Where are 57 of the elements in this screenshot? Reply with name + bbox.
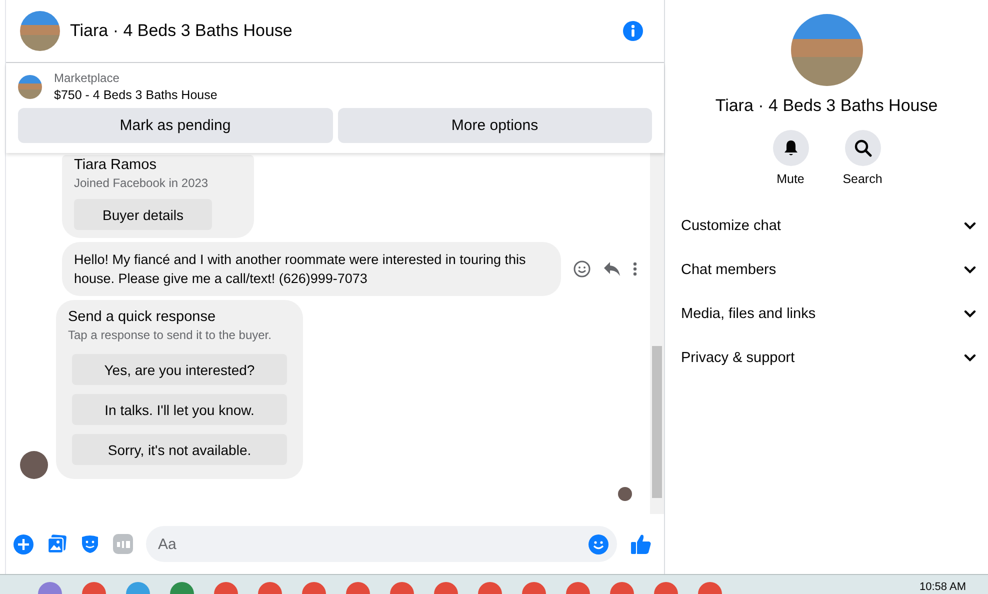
taskbar-app-icon[interactable] bbox=[654, 582, 678, 594]
taskbar-app-icon[interactable] bbox=[170, 582, 194, 594]
taskbar-app-icon[interactable] bbox=[38, 582, 62, 594]
details-section[interactable]: Chat members bbox=[681, 248, 976, 292]
plus-icon[interactable] bbox=[13, 534, 34, 555]
action-label: Mute bbox=[776, 172, 804, 186]
action-label: Search bbox=[842, 172, 882, 186]
quick-response-button[interactable]: Sorry, it's not available. bbox=[72, 434, 287, 465]
listing-button[interactable]: More options bbox=[338, 108, 652, 143]
image-icon[interactable] bbox=[47, 534, 67, 554]
search-button[interactable] bbox=[844, 130, 880, 166]
taskbar-app-icon[interactable] bbox=[302, 582, 326, 594]
buyer-name: Tiara Ramos bbox=[74, 157, 156, 173]
info-icon[interactable] bbox=[622, 20, 644, 42]
details-section[interactable]: Customize chat bbox=[681, 204, 976, 248]
taskbar-app-icon[interactable] bbox=[698, 582, 722, 594]
details-section[interactable]: Privacy & support bbox=[681, 336, 976, 380]
emoji-icon[interactable] bbox=[588, 534, 609, 555]
sticker-icon[interactable] bbox=[80, 534, 100, 554]
listing-title: $750 - 4 Beds 3 Baths House bbox=[54, 88, 218, 102]
taskbar-app-icon[interactable] bbox=[478, 582, 502, 594]
taskbar-app-icon[interactable] bbox=[566, 582, 590, 594]
clock-time: 10:58 AM bbox=[920, 580, 966, 594]
taskbar-app-icon[interactable] bbox=[214, 582, 238, 594]
listing-button[interactable]: Mark as pending bbox=[18, 108, 332, 143]
quick-response-button[interactable]: In talks. I'll let you know. bbox=[72, 394, 287, 425]
buyer-joined: Joined Facebook in 2023 bbox=[74, 176, 208, 190]
taskbar-app-icon[interactable] bbox=[258, 582, 282, 594]
thumbs-up-icon[interactable] bbox=[630, 533, 652, 556]
avatar bbox=[20, 451, 48, 479]
details-section[interactable]: Media, files and links bbox=[681, 292, 976, 336]
buyer-details-button[interactable]: Buyer details bbox=[74, 199, 212, 230]
quick-response-title: Send a quick response bbox=[68, 309, 216, 325]
details-title: Tiara · 4 Beds 3 Baths House bbox=[715, 96, 938, 116]
more-icon[interactable] bbox=[633, 262, 637, 276]
message-bubble: Hello! My fiancé and I with another roommate were interested in touring this house. Please give me a call/text! (626)999-7073 bbox=[62, 242, 561, 296]
quick-response-hint: Tap a response to send it to the buyer. bbox=[68, 328, 272, 342]
bell-icon bbox=[782, 139, 800, 157]
chat-title: Tiara · 4 Beds 3 Baths House bbox=[70, 21, 294, 41]
reply-icon[interactable] bbox=[603, 261, 621, 277]
taskbar-app-icon[interactable] bbox=[610, 582, 634, 594]
search-icon bbox=[854, 139, 872, 157]
taskbar-app-icon[interactable] bbox=[390, 582, 414, 594]
photo-placeholder bbox=[18, 74, 42, 98]
listing-source: Marketplace bbox=[54, 71, 120, 85]
quick-response-button[interactable]: Yes, are you interested? bbox=[72, 354, 287, 385]
taskbar-app-icon[interactable] bbox=[434, 582, 458, 594]
taskbar-app-icon[interactable] bbox=[82, 582, 106, 594]
taskbar-app-icon[interactable] bbox=[522, 582, 546, 594]
scrollbar[interactable] bbox=[650, 153, 664, 514]
taskbar-app-icon[interactable] bbox=[126, 582, 150, 594]
taskbar-app-icon[interactable] bbox=[346, 582, 370, 594]
mute-button[interactable] bbox=[772, 130, 808, 166]
emoji-icon[interactable] bbox=[573, 260, 591, 278]
message-input-field[interactable]: Aa bbox=[146, 526, 617, 562]
seen-avatar bbox=[618, 487, 632, 501]
photo-placeholder bbox=[20, 11, 60, 51]
